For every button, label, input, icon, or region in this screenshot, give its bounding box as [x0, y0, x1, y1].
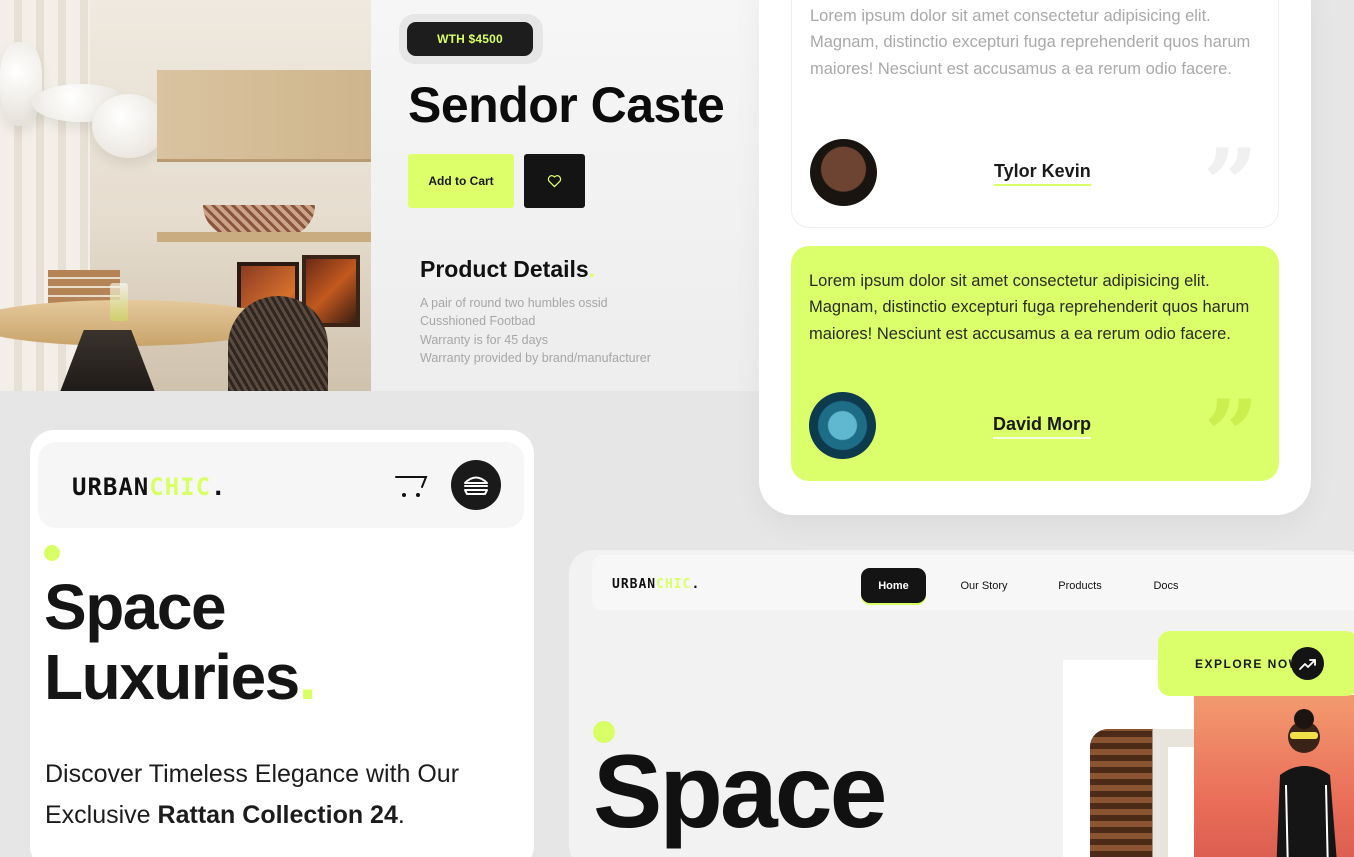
desktop-navbar: URBANCHIC. Home Our Story Products Docs [592, 555, 1354, 610]
wishlist-button[interactable] [524, 154, 585, 208]
testimonial-card: Lorem ipsum dolor sit amet consectetur a… [791, 0, 1279, 233]
subtitle-end: . [397, 801, 405, 829]
model-figure [1276, 709, 1337, 857]
burger-icon [464, 476, 488, 495]
hero-heading: Space [593, 734, 887, 850]
hero-subtitle: Discover Timeless Elegance with Our Excl… [45, 754, 515, 836]
hero-heading: Space Luxuries. [44, 571, 317, 713]
logo-dot: . [691, 577, 701, 592]
menu-button[interactable] [451, 460, 501, 510]
logo-dot: . [211, 473, 227, 501]
mobile-mockup: URBANCHIC. Space Luxuries. Discover Time… [30, 430, 534, 857]
avatar [810, 139, 877, 206]
model-photo [1194, 695, 1354, 857]
testimonials-panel: Lorem ipsum dolor sit amet consectetur a… [759, 0, 1311, 515]
explore-label: EXPLORE NOW [1195, 656, 1302, 671]
avatar [809, 392, 876, 459]
testimonial-author[interactable]: David Morp [993, 414, 1092, 439]
explore-now-button[interactable]: EXPLORE NOW [1158, 631, 1354, 696]
testimonial-text: Lorem ipsum dolor sit amet consectetur a… [810, 7, 1251, 78]
price-badge: WTH $4500 [407, 22, 533, 56]
testimonial-author[interactable]: Tylor Kevin [994, 161, 1091, 186]
quote-icon: ” [1202, 128, 1258, 241]
logo-urban-text: URBAN [612, 577, 657, 592]
brand-logo[interactable]: URBANCHIC. [612, 576, 700, 592]
heading-line: Space [44, 571, 227, 643]
pendant-lamp [0, 42, 42, 126]
brand-logo[interactable]: URBANCHIC. [72, 473, 227, 502]
testimonial-card-highlighted: Lorem ipsum dolor sit amet consectetur a… [791, 246, 1279, 492]
mobile-navbar: URBANCHIC. [38, 442, 524, 528]
price-badge-container: WTH $4500 [399, 14, 543, 64]
detail-item: A pair of round two humbles ossid [420, 296, 608, 310]
add-to-cart-button[interactable]: Add to Cart [408, 154, 514, 208]
rattan-chair [228, 296, 328, 391]
living-room-photo [0, 0, 371, 391]
heading-dot: . [298, 641, 317, 713]
desktop-mockup: URBANCHIC. Home Our Story Products Docs … [569, 550, 1354, 857]
product-panel: WTH $4500 Sendor Caste Add to Cart Produ… [371, 0, 771, 391]
product-details-title: Product Details. [420, 256, 596, 282]
product-title: Sendor Caste [408, 77, 725, 133]
logo-chic-text: CHIC [149, 473, 212, 501]
detail-item: Warranty provided by brand/manufacturer [420, 351, 651, 366]
detail-item: Warranty is for 45 days [420, 332, 549, 347]
nav-our-story[interactable]: Our Story [958, 568, 1010, 603]
quote-icon: ” [1203, 379, 1259, 492]
logo-chic-text: CHIC [656, 577, 692, 592]
detail-item: Cusshioned Footbad [420, 314, 536, 329]
logo-urban-text: URBAN [72, 473, 150, 501]
nav-docs[interactable]: Docs [1151, 568, 1181, 603]
pendant-lamp [92, 94, 166, 158]
product-details-list: A pair of round two humbles ossid Cusshi… [420, 294, 651, 368]
heading-line: Luxuries [44, 641, 300, 713]
wall-shelf [157, 232, 371, 242]
nav-home[interactable]: Home [861, 568, 926, 603]
wall-cabinet [157, 70, 371, 162]
subtitle-highlight: Rattan Collection 24 [157, 801, 398, 829]
nav-products[interactable]: Products [1055, 568, 1105, 603]
accent-dot [44, 545, 60, 561]
heart-icon [547, 175, 562, 188]
glass [110, 283, 128, 321]
trend-arrow-icon [1291, 647, 1324, 680]
carved-cabinet [1090, 729, 1152, 857]
cart-icon[interactable] [394, 472, 428, 500]
testimonial-text: Lorem ipsum dolor sit amet consectetur a… [809, 272, 1250, 343]
